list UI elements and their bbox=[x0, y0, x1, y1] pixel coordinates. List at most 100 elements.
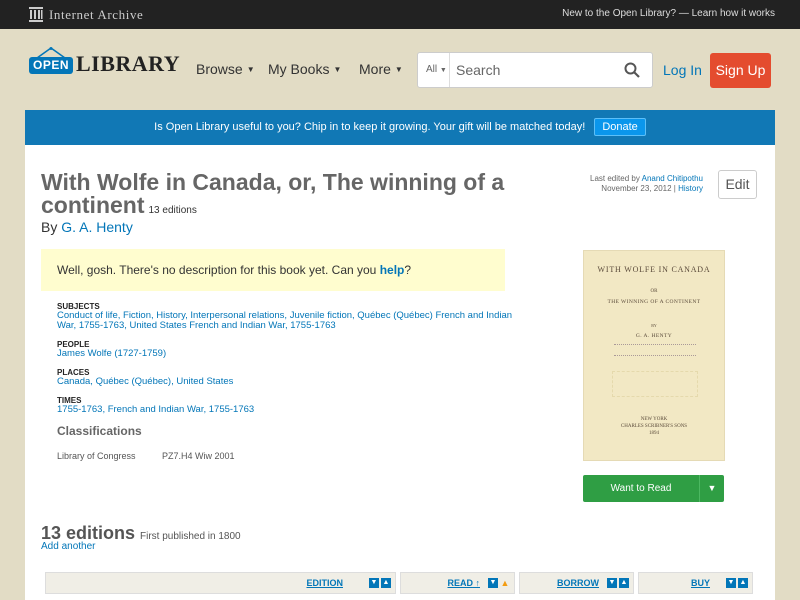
classifications-heading: Classifications bbox=[57, 424, 142, 438]
cover-stamp bbox=[612, 371, 698, 397]
person-link[interactable]: James Wolfe (1727-1759) bbox=[57, 348, 166, 359]
archive-building-icon bbox=[29, 7, 43, 22]
signup-button[interactable]: Sign Up bbox=[710, 53, 771, 88]
time-link[interactable]: French and Indian War, 1755-1763 bbox=[108, 404, 254, 415]
cover-publisher-year: 1894 bbox=[649, 431, 659, 436]
work-page: With Wolfe in Canada, or, The winning of… bbox=[25, 145, 775, 600]
sort-up-active-icon[interactable]: ▲ bbox=[500, 578, 510, 588]
no-description-notice: Well, gosh. There's no description for t… bbox=[41, 249, 505, 291]
column-edition-label: EDITION bbox=[306, 578, 343, 588]
column-borrow-label: BORROW bbox=[557, 578, 599, 588]
author-link[interactable]: G. A. Henty bbox=[61, 219, 133, 235]
places-section: PLACES Canada, Québec (Québec), United S… bbox=[57, 368, 517, 387]
sort-up-icon[interactable]: ▲ bbox=[619, 578, 629, 588]
search-facet-label: All bbox=[426, 64, 438, 75]
new-user-prompt: New to the Open Library? — Learn how it … bbox=[562, 8, 775, 19]
first-published: First published in 1800 bbox=[140, 531, 241, 542]
cover-publisher-name: CHARLES SCRIBNER'S SONS bbox=[620, 424, 688, 429]
column-borrow[interactable]: BORROW ▼ ▲ bbox=[519, 572, 634, 594]
donation-banner: Is Open Library useful to you? Chip in t… bbox=[25, 110, 775, 145]
subject-link[interactable]: United States French and Indian War, 175… bbox=[130, 320, 336, 331]
cover-subtitle-line: THE WINNING OF A CONTINENT bbox=[607, 299, 701, 305]
open-sign-icon: OPEN bbox=[29, 47, 73, 77]
logo-open-text: OPEN bbox=[29, 57, 73, 74]
editions-table-header: EDITION ▼ ▲ READ ↑ ▼ ▲ BORROW ▼ ▲ BUY ▼ ▲ bbox=[45, 572, 757, 594]
donate-button[interactable]: Donate bbox=[594, 118, 646, 137]
cover-publisher: NEW YORK CHARLES SCRIBNER'S SONS 1894 bbox=[584, 416, 724, 437]
sort-down-icon[interactable]: ▼ bbox=[726, 578, 736, 588]
cover-publisher-city: NEW YORK bbox=[640, 417, 668, 422]
cover-author-line: G. A. HENTY bbox=[635, 333, 673, 339]
byline: By G. A. Henty bbox=[41, 219, 133, 235]
open-library-logo[interactable]: OPEN LIBRARY bbox=[29, 47, 180, 77]
last-edited-date: November 23, 2012 | bbox=[601, 184, 676, 193]
column-edition[interactable]: EDITION ▼ ▲ bbox=[45, 572, 396, 594]
chevron-down-icon: ▼ bbox=[439, 67, 447, 74]
sort-up-icon[interactable]: ▲ bbox=[381, 578, 391, 588]
book-cover[interactable]: WITH WOLFE IN CANADA OR THE WINNING OF A… bbox=[583, 250, 725, 461]
book-title: With Wolfe in Canada, or, The winning of… bbox=[41, 171, 541, 222]
column-buy[interactable]: BUY ▼ ▲ bbox=[638, 572, 753, 594]
search-icon[interactable] bbox=[624, 62, 640, 83]
nav-browse-label: Browse bbox=[196, 61, 243, 77]
sort-down-icon[interactable]: ▼ bbox=[607, 578, 617, 588]
nav-my-books-label: My Books bbox=[268, 61, 330, 77]
nav-more[interactable]: More ▼ bbox=[359, 61, 403, 77]
loc-label: Library of Congress bbox=[57, 451, 136, 461]
place-link[interactable]: Canada bbox=[57, 376, 90, 387]
internet-archive-logo-text: Internet Archive bbox=[49, 6, 144, 22]
times-section: TIMES 1755-1763, French and Indian War, … bbox=[57, 396, 517, 415]
time-link[interactable]: 1755-1763 bbox=[57, 404, 102, 415]
column-buy-label: BUY bbox=[690, 578, 710, 588]
internet-archive-bar: Internet Archive New to the Open Library… bbox=[0, 0, 800, 29]
donation-text: Is Open Library useful to you? Chip in t… bbox=[154, 121, 586, 133]
new-user-text: New to the Open Library? bbox=[562, 8, 677, 19]
editions-count: 13 editions bbox=[148, 205, 197, 216]
search-input[interactable]: Search bbox=[456, 62, 500, 78]
chevron-down-icon: ▼ bbox=[246, 64, 255, 74]
reading-list-dropdown[interactable]: ▼ bbox=[699, 475, 724, 502]
last-edited-user-link[interactable]: Anand Chitipothu bbox=[642, 174, 703, 183]
classification-row: Library of Congress PZ7.H4 Wiw 2001 bbox=[57, 451, 517, 461]
column-read-label: READ ↑ bbox=[447, 578, 480, 588]
place-link[interactable]: Québec (Québec) bbox=[96, 376, 172, 387]
nav-more-label: More bbox=[359, 61, 391, 77]
column-read[interactable]: READ ↑ ▼ ▲ bbox=[400, 572, 515, 594]
people-section: PEOPLE James Wolfe (1727-1759) bbox=[57, 340, 517, 359]
cover-by-line: BY bbox=[651, 323, 657, 328]
loc-value: PZ7.H4 Wiw 2001 bbox=[162, 451, 235, 461]
book-facts: SUBJECTS Conduct of life, Fiction, Histo… bbox=[57, 302, 517, 461]
want-to-read-label: Want to Read bbox=[610, 483, 672, 494]
place-link[interactable]: United States bbox=[176, 376, 233, 387]
search-box: All ▼ Search bbox=[417, 52, 653, 88]
last-edited-info: Last edited by Anand Chitipothu November… bbox=[590, 174, 703, 194]
no-description-end: ? bbox=[404, 263, 412, 277]
by-label: By bbox=[41, 219, 58, 235]
subjects-list: Conduct of life, Fiction, History, Inter… bbox=[57, 310, 513, 331]
chevron-down-icon: ▼ bbox=[394, 64, 403, 74]
column-read-text: READ bbox=[447, 578, 473, 588]
book-title-text: With Wolfe in Canada, or, The winning of… bbox=[41, 169, 505, 218]
want-to-read-button[interactable]: Want to Read ▼ bbox=[583, 475, 724, 502]
cover-ornament bbox=[614, 344, 696, 356]
login-link[interactable]: Log In bbox=[663, 62, 702, 78]
nav-my-books[interactable]: My Books ▼ bbox=[268, 61, 341, 77]
learn-how-link[interactable]: Learn how it works bbox=[692, 8, 775, 19]
help-link[interactable]: help bbox=[380, 263, 405, 277]
chevron-down-icon: ▼ bbox=[707, 483, 717, 493]
logo-library-text: LIBRARY bbox=[76, 51, 181, 76]
sort-down-icon[interactable]: ▼ bbox=[488, 578, 498, 588]
site-header: OPEN LIBRARY Browse ▼ My Books ▼ More ▼ All… bbox=[0, 29, 800, 110]
cover-title-line: WITH WOLFE IN CANADA bbox=[597, 265, 711, 274]
sort-up-icon[interactable]: ▲ bbox=[738, 578, 748, 588]
sort-down-icon[interactable]: ▼ bbox=[369, 578, 379, 588]
edit-button[interactable]: Edit bbox=[718, 170, 757, 199]
add-edition-link[interactable]: Add another bbox=[41, 541, 96, 552]
internet-archive-logo[interactable]: Internet Archive bbox=[29, 6, 143, 23]
cover-or-line: OR bbox=[650, 289, 658, 294]
history-link[interactable]: History bbox=[678, 184, 703, 193]
no-description-text: Well, gosh. There's no description for t… bbox=[57, 263, 377, 277]
chevron-down-icon: ▼ bbox=[333, 64, 342, 74]
search-facet-select[interactable]: All ▼ bbox=[418, 53, 450, 87]
nav-browse[interactable]: Browse ▼ bbox=[196, 61, 255, 77]
